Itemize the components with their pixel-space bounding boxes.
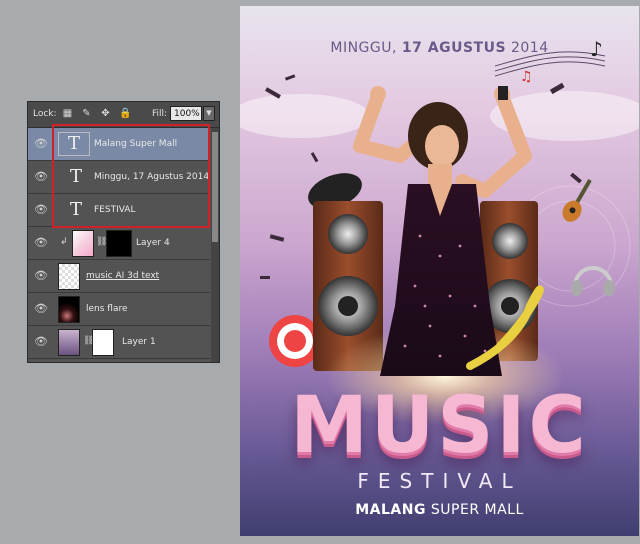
lock-image-pixels-icon[interactable]: ✎	[81, 108, 92, 119]
layer-name: Layer 4	[136, 238, 170, 248]
lock-label: Lock:	[33, 109, 57, 119]
cloud	[240, 94, 370, 138]
poster-date: MINGGU, 17 AGUSTUS 2014	[240, 40, 639, 56]
visibility-eye-icon[interactable]: 👁	[34, 138, 48, 150]
highlight-box	[52, 124, 210, 228]
scrollbar-thumb[interactable]	[212, 132, 218, 242]
lock-transparent-pixels-icon[interactable]: ▦	[62, 108, 73, 119]
layer-row-layer-1[interactable]: 👁 ⛓ Layer 1	[28, 326, 210, 359]
visibility-eye-icon[interactable]: 👁	[34, 303, 48, 315]
visibility-eye-icon[interactable]: 👁	[34, 270, 48, 282]
clipping-mask-arrow-icon: ↲	[60, 237, 68, 247]
layer-row-music-3d-text[interactable]: 👁 music AI 3d text	[28, 260, 210, 293]
layers-scrollbar[interactable]	[211, 128, 219, 362]
visibility-eye-icon[interactable]: 👁	[34, 204, 48, 216]
layer-thumbnail	[58, 296, 80, 323]
layer-thumbnail	[72, 230, 94, 257]
guitar	[562, 179, 592, 222]
poster-title: MUSIC	[290, 381, 589, 471]
layer-thumbnail	[58, 263, 80, 290]
fill-label: Fill:	[152, 109, 168, 119]
layer-mask-thumbnail	[92, 329, 114, 356]
venue-rest: SUPER MALL	[425, 502, 524, 518]
visibility-eye-icon[interactable]: 👁	[34, 336, 48, 348]
date-bold: 17 AGUSTUS	[401, 40, 507, 56]
date-suffix: 2014	[506, 40, 549, 56]
poster-subtitle: FESTIVAL	[357, 469, 522, 493]
lock-all-icon[interactable]: 🔒	[119, 108, 131, 119]
poster-canvas: ♪ ♫ MINGGU, 17 AGUSTUS 2014 MUSIC FESTIV…	[240, 6, 639, 536]
headphones	[571, 266, 615, 296]
layer-thumbnail	[58, 329, 80, 356]
visibility-eye-icon[interactable]: 👁	[34, 237, 48, 249]
fill-dropdown-button[interactable]: ▼	[203, 106, 215, 121]
layer-mask-thumbnail	[106, 230, 132, 257]
svg-text:♫: ♫	[520, 69, 533, 85]
target-center	[284, 330, 306, 352]
layer-row-lens-flare[interactable]: 👁 lens flare	[28, 293, 210, 326]
lock-position-icon[interactable]: ✥	[100, 108, 111, 119]
layer-name: lens flare	[86, 304, 128, 314]
layer-row-layer-4[interactable]: 👁 ↲ ⛓ Layer 4	[28, 227, 210, 260]
venue-bold: MALANG	[355, 502, 426, 518]
date-prefix: MINGGU,	[330, 40, 402, 56]
fill-input[interactable]: 100%	[170, 106, 202, 121]
visibility-eye-icon[interactable]: 👁	[34, 171, 48, 183]
poster-venue: MALANG SUPER MALL	[240, 502, 639, 518]
layer-name: Layer 1	[122, 337, 156, 347]
layer-name: music AI 3d text	[86, 271, 160, 281]
